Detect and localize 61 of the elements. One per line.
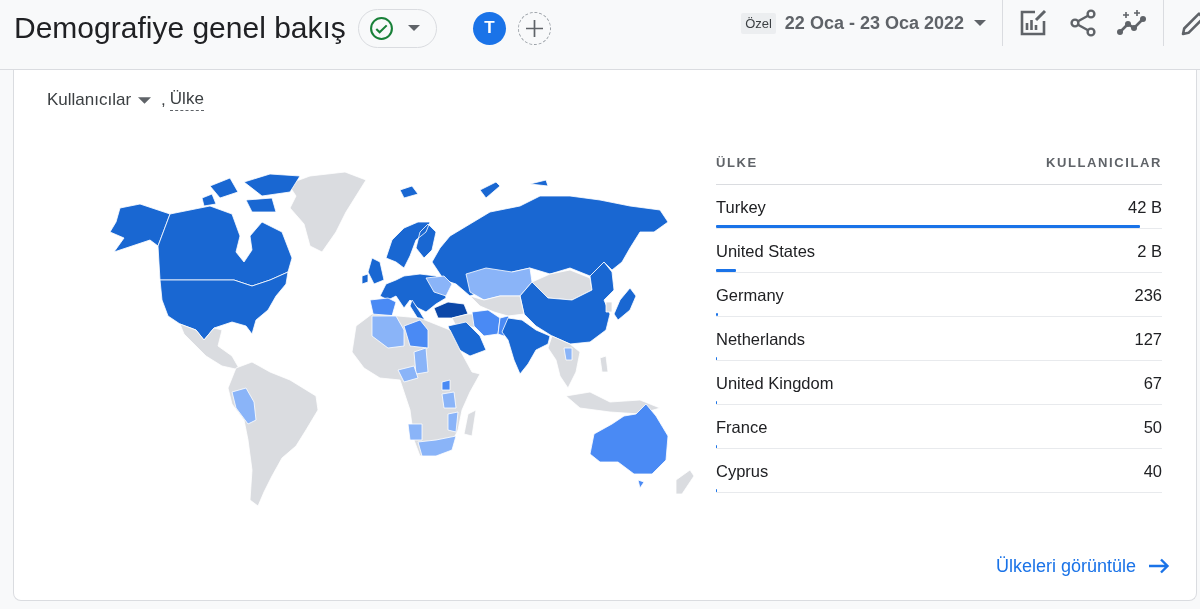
- country-name: France: [716, 417, 768, 437]
- kenya-region: [441, 379, 451, 391]
- page-title: Demografiye genel bakış: [14, 10, 346, 46]
- south-africa-region: [417, 435, 457, 457]
- country-name: Turkey: [716, 197, 766, 217]
- caret-icon: [974, 20, 986, 26]
- madagascar-region: [463, 409, 477, 437]
- country-name: United States: [716, 241, 816, 261]
- dimension-selector[interactable]: Ülke: [169, 89, 204, 111]
- country-name: Germany: [716, 285, 784, 305]
- arrow-right-icon: [1148, 558, 1170, 574]
- country-name: Netherlands: [716, 329, 805, 349]
- country-name: Cyprus: [716, 461, 769, 481]
- chart-edit-icon[interactable]: [1019, 9, 1047, 37]
- caret-icon: [138, 96, 152, 104]
- mongolia-region: [531, 269, 593, 301]
- peru-region: [231, 387, 257, 425]
- thailand-region: [563, 347, 573, 361]
- philippines-region: [599, 355, 609, 373]
- user-count: 236: [1134, 285, 1162, 305]
- tasmania-region: [637, 479, 645, 489]
- view-countries-link[interactable]: Ülkeleri görüntüle: [995, 555, 1170, 577]
- algeria-region: [371, 315, 405, 349]
- japan-region: [613, 287, 637, 321]
- libya-region: [403, 319, 429, 349]
- sudan-region: [413, 347, 429, 375]
- plus-icon: [525, 19, 543, 37]
- mexico-region: [179, 323, 241, 371]
- new-zealand-region: [675, 469, 695, 495]
- user-count: 40: [1143, 461, 1162, 481]
- namibia-region: [407, 423, 423, 441]
- separator-text: ,: [161, 90, 166, 110]
- mozambique-region: [447, 411, 459, 433]
- southeast-asia-region: [547, 335, 581, 389]
- date-preset-label: Özel: [741, 12, 776, 34]
- caret-icon: [407, 25, 420, 31]
- date-range-button[interactable]: 22 Oca - 23 Oca 2022: [784, 12, 986, 34]
- metric-dropdown[interactable]: Kullanıcılar: [47, 90, 152, 110]
- user-avatar[interactable]: T: [472, 11, 506, 45]
- user-count: 67: [1143, 373, 1162, 393]
- kazakhstan-region: [465, 267, 533, 301]
- user-count: 42 B: [1128, 197, 1162, 217]
- tanzania-region: [441, 391, 457, 409]
- user-count: 2 B: [1137, 241, 1162, 261]
- scandinavia-region: [385, 221, 437, 269]
- iceland-region: [399, 185, 419, 199]
- ukraine-region: [425, 275, 453, 297]
- column-header: KULLANICILAR: [1046, 154, 1162, 172]
- sparkle-trend-icon[interactable]: [1116, 9, 1147, 37]
- alaska-region: [109, 203, 171, 253]
- ireland-region: [361, 273, 369, 285]
- nigeria-region: [397, 365, 419, 383]
- user-count: 127: [1134, 329, 1162, 349]
- korea-region: [605, 301, 613, 313]
- country-name: United Kingdom: [716, 373, 834, 393]
- share-icon[interactable]: [1069, 9, 1097, 37]
- india-region: [501, 317, 551, 375]
- column-header: ÜLKE: [716, 154, 758, 172]
- check-circle-icon: [368, 15, 394, 41]
- user-count: 50: [1143, 417, 1162, 437]
- pencil-icon[interactable]: [1180, 9, 1200, 37]
